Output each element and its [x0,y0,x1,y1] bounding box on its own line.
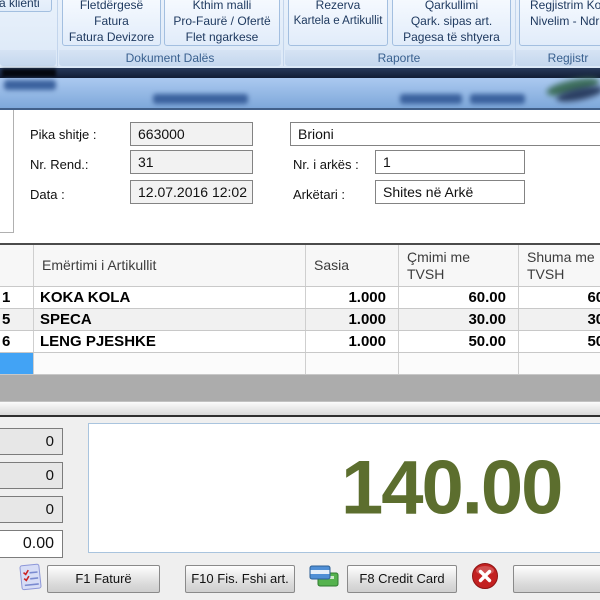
nr-rend-field[interactable]: 31 [130,150,253,174]
cell-price[interactable]: 60.00 [398,287,518,308]
redacted-text [470,94,525,104]
ribbon-item-pro-faure-oferte[interactable]: Pro-Faurë / Ofertë [165,13,279,29]
cell-price[interactable] [398,353,518,374]
ribbon-button-regjistrim-stack: Regjistrim Ko Nivelim - Ndr [519,0,600,46]
ribbon-item-client[interactable]: ga klienti [0,0,40,11]
column-header-qty[interactable]: Sasia [305,245,398,286]
pos-window: ga klienti Fletdërgesë Fatura Fatura Dev… [0,0,600,600]
cell-name[interactable]: LENG PJESHKE [33,331,305,352]
side-panel-edge [0,232,14,233]
grid-background [0,375,600,401]
cancel-icon[interactable] [471,562,499,595]
ribbon-item-fatura[interactable]: Fatura [63,13,160,29]
redacted-text [4,80,56,90]
cell-qty[interactable] [305,353,398,374]
ribbon-button-qarkullimi-stack: Qarkullimi Qark. sipas art. Pagesa të sh… [392,0,511,46]
delete-article-button[interactable]: F10 Fis. Fshi art. [185,565,295,593]
credit-card-button[interactable]: F8 Credit Card [347,565,457,593]
redacted-text [400,94,462,104]
table-header: Emërtimi i Artikullit Sasia Çmimi me TVS… [0,245,600,287]
ribbon-button-fatura-stack: Fletdërgesë Fatura Fatura Devizore [62,0,161,46]
cell-sum[interactable] [518,353,600,374]
cell-code[interactable]: 6 [0,331,33,352]
selected-cell[interactable] [0,353,33,374]
grand-total-display: 140.00 [88,423,600,553]
arketari-label: Arkëtari : [293,187,345,202]
pika-shitje-field[interactable]: 663000 [130,122,253,146]
cell-sum[interactable]: 50.00 [518,331,600,352]
nr-arkes-label: Nr. i arkës : [293,157,359,172]
ribbon-item-qarkullimi[interactable]: Qarkullimi [393,0,510,13]
invoice-document-icon [16,562,44,598]
total-field-1: 0 [0,428,63,455]
credit-card-icon [308,562,340,597]
arketari-field[interactable]: Shites në Arkë [375,180,525,204]
ribbon-item-nivelim[interactable]: Nivelim - Ndr [520,13,600,29]
data-label: Data : [30,187,65,202]
table-row-empty[interactable] [0,353,600,375]
ribbon-item-empty [289,29,387,45]
column-header-sum[interactable]: Shuma me TVSH [518,245,600,286]
column-header-code[interactable] [0,245,33,286]
ribbon-group-label-1 [0,50,56,66]
payment-amount-field[interactable]: 0.00 [0,530,63,558]
cell-price[interactable]: 50.00 [398,331,518,352]
data-field[interactable]: 12.07.2016 12:02 [130,180,253,204]
ribbon-toolbar: ga klienti Fletdërgesë Fatura Fatura Dev… [0,0,600,68]
ribbon-item-kartela-artikullit[interactable]: Kartela e Artikullit [289,13,387,29]
table-row[interactable]: 6 LENG PJESHKE 1.000 50.00 50.00 [0,331,600,353]
cell-qty[interactable]: 1.000 [305,309,398,330]
pika-shitje-name-field[interactable]: Brioni [290,122,600,146]
grand-total-value: 140.00 [341,445,561,532]
cell-name[interactable]: KOKA KOLA [33,287,305,308]
side-panel-edge [13,110,14,232]
cell-qty[interactable]: 1.000 [305,287,398,308]
table-row[interactable]: 1 KOKA KOLA 1.000 60.00 60.00 [0,287,600,309]
total-field-2: 0 [0,462,63,489]
cell-qty[interactable]: 1.000 [305,331,398,352]
cell-code[interactable]: 1 [0,287,33,308]
ribbon-group-label-regjistr: Regjistr [516,50,600,66]
redacted-text [2,69,56,77]
cell-sum[interactable]: 30.00 [518,309,600,330]
ribbon-item-pagesa-te-shtyera[interactable]: Pagesa të shtyera [393,29,510,45]
splitter-bar[interactable] [0,401,600,415]
title-strip [0,68,600,78]
nr-arkes-field[interactable]: 1 [375,150,525,174]
table-row[interactable]: 5 SPECA 1.000 30.00 30.00 [0,309,600,331]
ribbon-item-kthim-malli[interactable]: Kthim malli [165,0,279,13]
ribbon-group-label-raporte: Raporte [285,50,513,66]
cell-price[interactable]: 30.00 [398,309,518,330]
cell-sum[interactable]: 60.00 [518,287,600,308]
ribbon-group-divider [57,0,58,66]
column-header-name[interactable]: Emërtimi i Artikullit [33,245,305,286]
total-field-3: 0 [0,496,63,523]
ribbon-group-label-dokument-dales: Dokument Dalës [59,50,281,66]
pika-shitje-label: Pika shitje : [30,127,96,142]
cell-code[interactable]: 5 [0,309,33,330]
ribbon-item-rezerva[interactable]: Rezerva [289,0,387,13]
cell-name[interactable] [33,353,305,374]
ribbon-button-client[interactable]: ga klienti [0,0,52,12]
ribbon-item-flet-ngarkese[interactable]: Flet ngarkese [165,29,279,45]
header-divider [0,108,600,110]
nr-rend-label: Nr. Rend.: [30,157,89,172]
ribbon-button-kthim-stack: Kthim malli Pro-Faurë / Ofertë Flet ngar… [164,0,280,46]
invoice-button[interactable]: F1 Faturë [47,565,160,593]
column-header-price[interactable]: Çmimi me TVSH [398,245,518,286]
cell-name[interactable]: SPECA [33,309,305,330]
footer-button-partial[interactable] [513,565,600,593]
ribbon-item-qark-sipas-art[interactable]: Qark. sipas art. [393,13,510,29]
ribbon-button-rezerva-stack: Rezerva Kartela e Artikullit [288,0,388,46]
ribbon-item-empty [520,29,600,45]
ribbon-item-fletdergese[interactable]: Fletdërgesë [63,0,160,13]
ribbon-item-fatura-devizore[interactable]: Fatura Devizore [63,29,160,45]
redacted-text [153,94,248,104]
ribbon-group-divider [283,0,284,66]
ribbon-item-regjistrim[interactable]: Regjistrim Ko [520,0,600,13]
